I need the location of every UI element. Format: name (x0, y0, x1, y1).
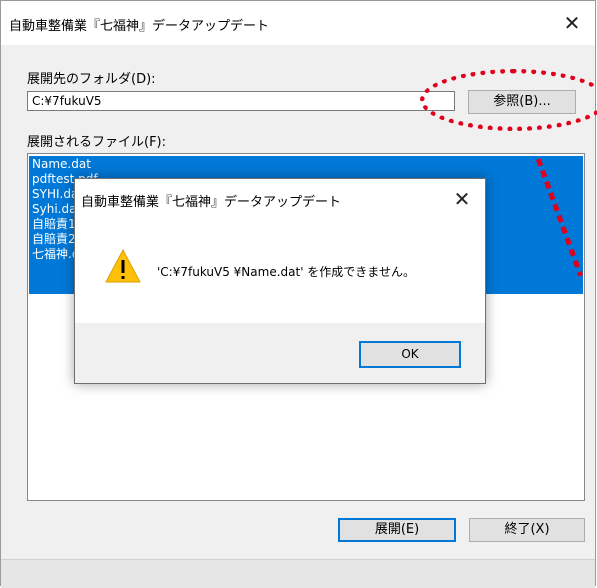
warning-icon (105, 249, 141, 283)
dialog-title: 自動車整備業『七福神』データアップデート (81, 195, 342, 210)
title-bar: 自動車整備業『七福神』データアップデート ✕ (1, 1, 595, 45)
exit-button[interactable]: 終了(X) (469, 518, 585, 542)
status-bar (1, 559, 595, 588)
list-item[interactable]: Name.dat (32, 157, 91, 172)
extract-button[interactable]: 展開(E) (338, 518, 456, 542)
annotation-oval (420, 69, 597, 131)
dialog-message: 'C:¥7fukuV5 ¥Name.dat' を作成できません。 (157, 265, 415, 279)
folder-input[interactable]: C:¥7fukuV5 (27, 91, 455, 111)
dialog-title-bar: 自動車整備業『七福神』データアップデート ✕ (75, 179, 485, 219)
error-dialog: 自動車整備業『七福神』データアップデート ✕ 'C:¥7fukuV5 ¥Name… (74, 178, 486, 384)
close-icon[interactable]: ✕ (549, 1, 595, 45)
ok-button[interactable]: OK (359, 341, 461, 368)
dialog-close-icon[interactable]: ✕ (449, 185, 475, 213)
files-label: 展開されるファイル(F): (27, 135, 167, 150)
dialog-body: 'C:¥7fukuV5 ¥Name.dat' を作成できません。 (75, 219, 485, 323)
window-title: 自動車整備業『七福神』データアップデート (9, 19, 270, 34)
folder-label: 展開先のフォルダ(D): (27, 72, 156, 87)
